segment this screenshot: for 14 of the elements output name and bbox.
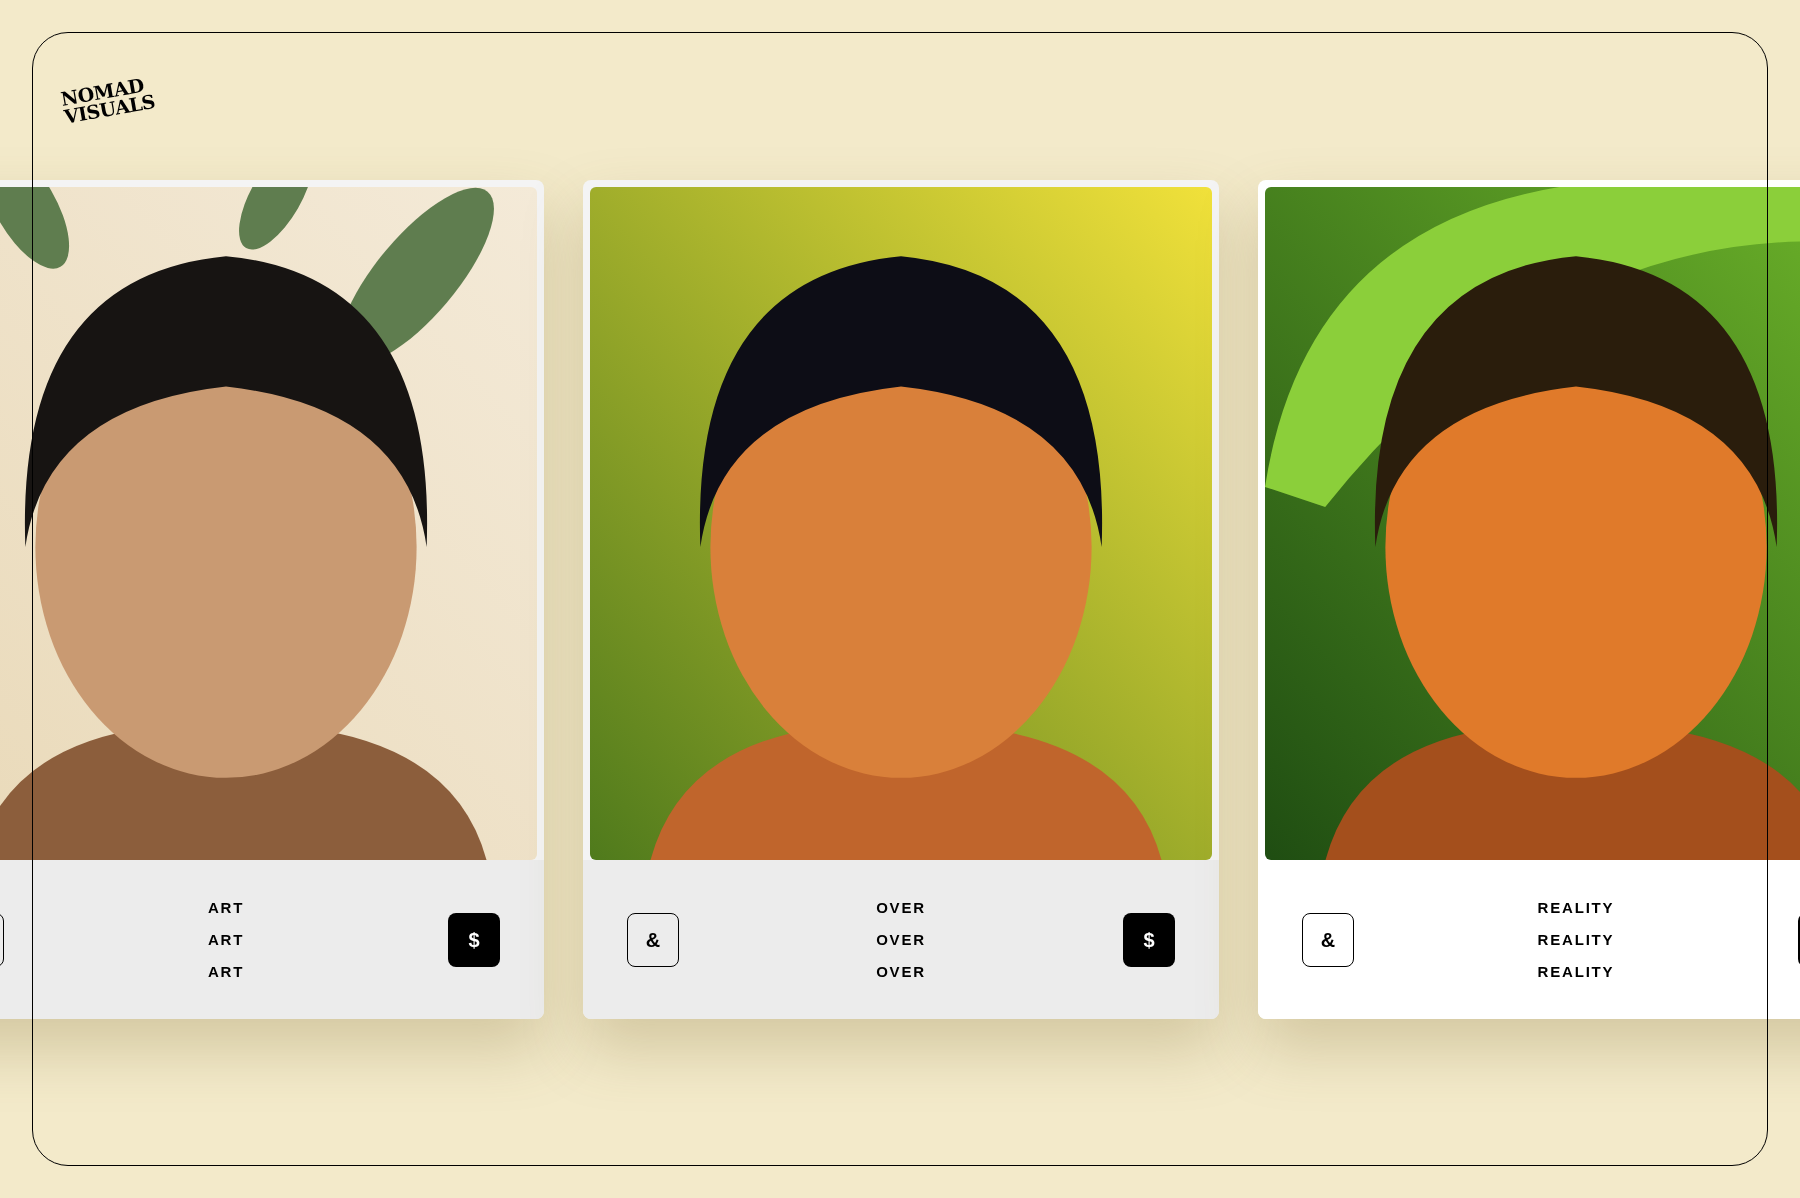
logo[interactable]: NOMAD VISUALS	[59, 74, 157, 126]
ampersand-button[interactable]: &	[627, 912, 679, 967]
card-caption: OVER	[876, 897, 926, 918]
dollar-button[interactable]: $	[1123, 912, 1175, 967]
card-caption: REALITY	[1537, 961, 1615, 982]
card-caption: ART	[207, 897, 245, 918]
card-caption: ART	[207, 929, 245, 950]
card-caption: ART	[207, 961, 245, 982]
card-caption: OVER	[876, 929, 926, 950]
ampersand-button[interactable]: &	[1302, 912, 1354, 967]
card-caption: REALITY	[1537, 929, 1615, 950]
dollar-button[interactable]: $	[448, 912, 500, 967]
card-caption: OVER	[876, 961, 926, 982]
card-caption: REALITY	[1537, 897, 1615, 918]
